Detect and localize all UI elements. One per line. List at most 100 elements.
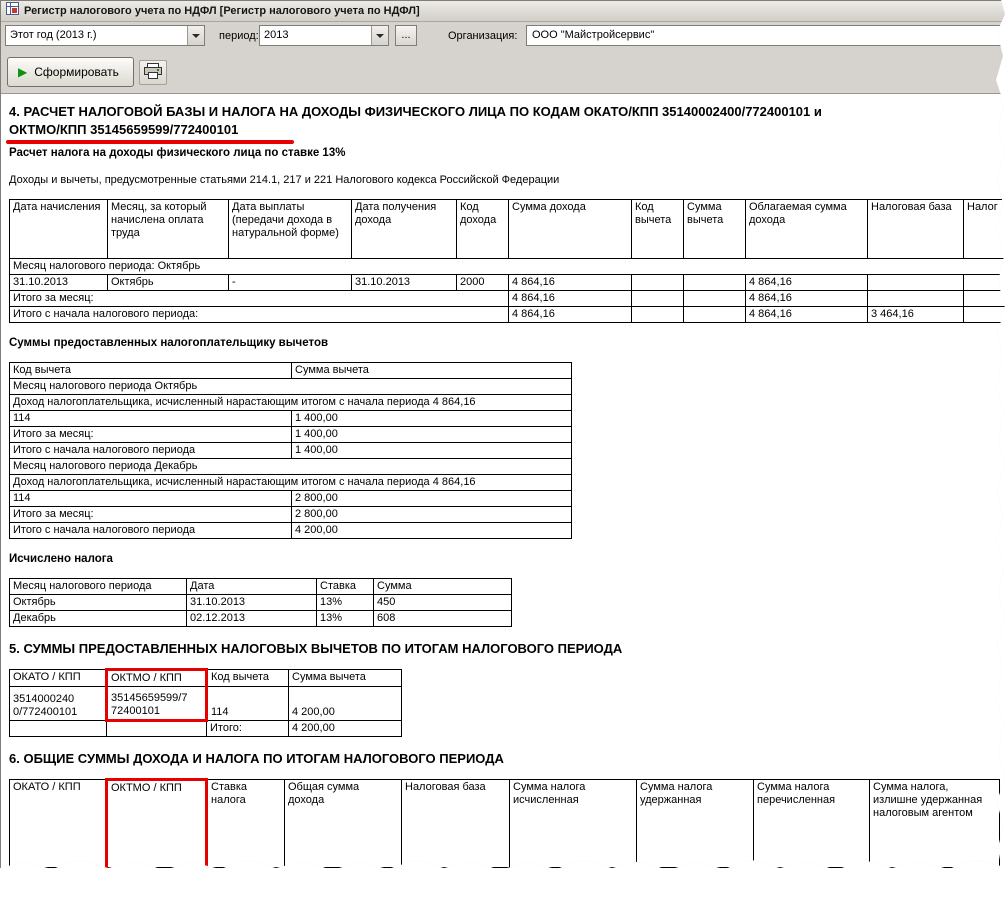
header-row: ОКАТО / КППОКТМО / КППКод вычетаСумма вы… [10,670,402,687]
table-cell: 1 400,00 [292,443,572,459]
table-cell: 3 464,16 [868,307,964,323]
red-underline-annotation [6,140,294,144]
table-cell: 4 864,16 [285,868,402,908]
period-preset-combobox[interactable]: Этот год (2013 г.) [5,25,205,46]
table-cell [868,275,964,291]
table-cell [870,868,1000,908]
table-cell: 1 058 [510,868,637,908]
table-cell: 4 864,16 [509,307,632,323]
column-header: Ставка налога [207,780,285,868]
column-header: ОКТМО / КПП [107,780,207,868]
table-cell: - [229,275,352,291]
table-cell: Октябрь [108,275,229,291]
table-row: 3514000240 0/77240010135145659599/7 7240… [10,687,402,721]
column-header: Сумма вычета [292,363,572,379]
table-row: Итого с начала налогового периода1 400,0… [10,443,572,459]
column-header: Сумма налога, излишне удержанная налогов… [870,780,1000,868]
table-cell: 35145659599/7 72400101 [107,868,207,908]
table-row: 1142 800,00 [10,491,572,507]
app-window: Регистр налогового учета по НДФЛ [Регист… [0,0,1008,872]
table-cell: Итого за месяц: [10,291,509,307]
column-header: Месяц налогового периода [10,579,187,595]
column-header: Сумма налога исчисленная [510,780,637,868]
table-cell [754,868,870,908]
table-cell: 35145659599/7 72400101 [107,687,207,721]
section4-title: 4. РАСЧЕТ НАЛОГОВОЙ БАЗЫ И НАЛОГА НА ДОХ… [9,103,1007,139]
title-bar: Регистр налогового учета по НДФЛ [Регист… [1,1,1007,22]
column-header: Дата начисления [10,200,108,259]
column-header: Код дохода [457,200,509,259]
table-cell: 13% [317,611,374,627]
table-cell [632,307,684,323]
header-row: Дата начисленияМесяц, за который начисле… [10,200,1008,259]
section6-title: 6. ОБЩИЕ СУММЫ ДОХОДА И НАЛОГА ПО ИТОГАМ… [9,751,1007,766]
printer-icon [144,63,162,82]
table-cell: Итого за месяц: [10,507,292,523]
table-cell: 13% [317,595,374,611]
column-header: Код вычета [207,670,289,687]
column-header: ОКАТО / КПП [10,670,107,687]
table-row: 31.10.2013Октябрь-31.10.201320004 864,16… [10,275,1008,291]
table-cell: 4 200,00 [292,523,572,539]
table-cell: 4 864,16 [746,307,868,323]
table-cell: 3514000240 0/772400101 [10,687,107,721]
table-row: Доход налогоплательщика, исчисленный нар… [10,395,572,411]
table-cell: Доход налогоплательщика, исчисленный нар… [10,475,572,491]
table-row: Октябрь31.10.201313%450 [10,595,512,611]
table-cell: 1 400,00 [292,427,572,443]
period-more-button[interactable]: ... [395,25,417,46]
table-cell [964,275,1008,291]
toolbar-actions: ▶ Сформировать [1,49,1007,93]
organization-input[interactable]: ООО "Майстройсервис" [526,25,1008,46]
table-cell: 450 [374,595,512,611]
organization-value: ООО "Майстройсервис" [527,26,658,45]
table-cell [684,291,746,307]
chevron-down-icon[interactable] [187,26,204,45]
column-header: Месяц, за который начислена оплата труда [108,200,229,259]
header-row: Код вычетаСумма вычета [10,363,572,379]
table-row: Месяц налогового периода Декабрь [10,459,572,475]
table-cell: 31.10.2013 [10,275,108,291]
section5-title: 5. СУММЫ ПРЕДОСТАВЛЕННЫХ НАЛОГОВЫХ ВЫЧЕТ… [9,641,1007,656]
column-header: ОКАТО / КПП [10,780,107,868]
period-combobox[interactable]: 2013 [259,25,389,46]
chevron-down-icon[interactable] [371,26,388,45]
table-cell: Итого с начала налогового периода [10,443,292,459]
table-cell: Итого за месяц: [10,427,292,443]
table-cell: 114 [207,687,289,721]
table-cell: Итого: [207,721,289,737]
table-cell: 2000 [457,275,509,291]
income-totals-table: ОКАТО / КППОКТМО / КППСтавка налогаОбщая… [9,778,1000,909]
table-cell: 4 864,16 [509,291,632,307]
column-header: Ставка [317,579,374,595]
table-row: Итого за месяц:2 800,00 [10,507,572,523]
generate-button-label: Сформировать [34,65,119,79]
column-header: Сумма [374,579,512,595]
organization-label: Организация: [448,30,517,42]
table-cell [632,275,684,291]
table-cell: Итого с начала налогового периода [10,523,292,539]
column-header: Сумма вычета [684,200,746,259]
table-row: Итого:4 200,00 [10,721,402,737]
column-header: Налоговая база [868,200,964,259]
column-header: Налог [964,200,1008,259]
table-row: Доход налогоплательщика, исчисленный нар… [10,475,572,491]
table-cell: 02.12.2013 [187,611,317,627]
column-header: Сумма налога перечисленная [754,780,870,868]
calculated-block-title: Исчислено налога [9,553,1007,566]
header-row: Месяц налогового периодаДатаСтавкаСумма [10,579,512,595]
table-cell: Месяц налогового периода: Октябрь [10,259,1008,275]
table-cell: 4 200,00 [289,687,402,721]
table-cell: Доход налогоплательщика, исчисленный нар… [10,395,572,411]
table-cell [632,291,684,307]
column-header: Налоговая база [402,780,510,868]
generate-button[interactable]: ▶ Сформировать [7,57,134,87]
table-cell [684,275,746,291]
print-button[interactable] [139,60,167,85]
table-cell: Месяц налогового периода Октябрь [10,379,572,395]
deductions-table: Код вычетаСумма вычетаМесяц налогового п… [9,362,572,539]
table-cell: Месяц налогового периода Декабрь [10,459,572,475]
table-cell [107,721,207,737]
table-cell: 31.10.2013 [352,275,457,291]
table-cell: Итого с начала налогового периода: [10,307,509,323]
